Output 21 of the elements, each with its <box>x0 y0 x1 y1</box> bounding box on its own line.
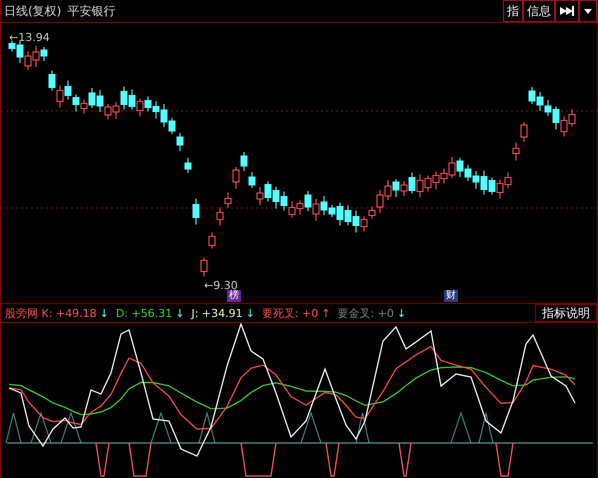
chart-period-label: 日线(复权) <box>4 2 62 20</box>
indicator-value: 股旁网 K: +49.18 <box>5 306 97 320</box>
indicator-value: D: +56.31 <box>116 306 172 320</box>
toolbar-button[interactable]: 指 <box>503 0 523 22</box>
trend-arrow: ↑ <box>321 306 330 320</box>
skip-end-icon[interactable] <box>555 0 579 22</box>
high-price-label: ←13.94 <box>9 31 50 44</box>
trend-arrow: ↓ <box>175 306 184 320</box>
indicator-value: 要金叉: +0 <box>337 306 394 320</box>
indicator-value: J: +34.91 <box>191 306 243 320</box>
caret-icon[interactable] <box>579 0 597 22</box>
stock-name: 平安银行 <box>67 2 116 20</box>
event-badge[interactable]: 榜 <box>227 290 241 302</box>
trend-arrow: ↓ <box>396 306 406 320</box>
indicator-help-button[interactable]: 指标说明 <box>535 304 597 322</box>
trend-arrow: ↓ <box>246 306 255 320</box>
indicator-value: 要死叉: +0 <box>262 306 318 320</box>
trend-arrow: ↓ <box>100 306 109 320</box>
event-badge[interactable]: 财 <box>444 290 458 302</box>
low-price-label: ←9.30 <box>204 279 238 291</box>
toolbar-button[interactable]: 信息 <box>523 0 555 22</box>
